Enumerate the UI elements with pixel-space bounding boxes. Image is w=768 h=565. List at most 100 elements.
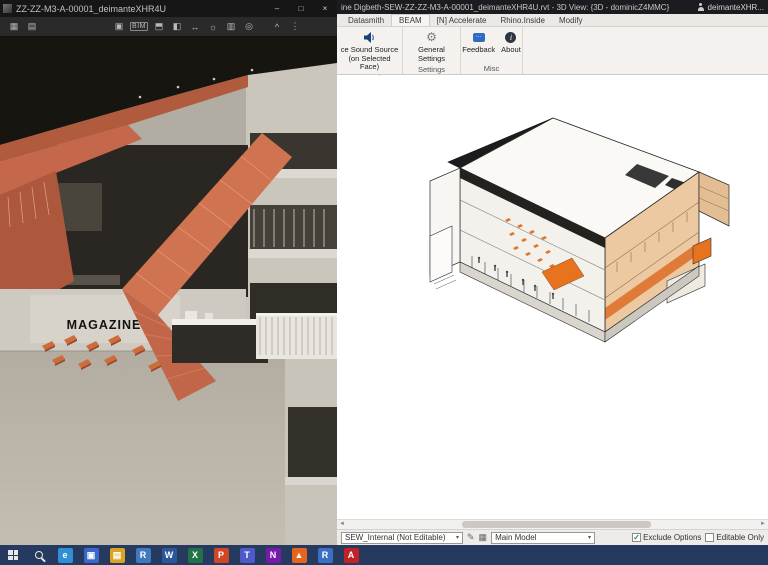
powerpoint-icon: P [213, 547, 229, 563]
interior-render: MAGAZINE [0, 37, 337, 545]
bim-icon[interactable]: BIM [130, 22, 148, 31]
exclude-options-label: Exclude Options [643, 533, 702, 542]
scroll-thumb[interactable] [462, 521, 652, 528]
workset-dropdown[interactable]: SEW_Internal (Not Editable) ▾ [341, 531, 463, 544]
user-icon [697, 3, 705, 11]
ribbon-tabs: Datasmith BEAM [N] Accelerate Rhino.Insi… [337, 14, 768, 27]
west-end [429, 167, 461, 290]
image-icon[interactable]: ▣ [112, 21, 126, 32]
taskbar-app-file-explorer[interactable]: ▤ [104, 545, 130, 565]
gear-icon: ⚙ [426, 29, 437, 44]
worksharing-icon[interactable]: ▦ [479, 532, 488, 543]
taskbar-app-vlc[interactable]: ▲ [286, 545, 312, 565]
tab-accelerate[interactable]: [N] Accelerate [430, 15, 494, 26]
render-window-titlebar[interactable]: ZZ-ZZ-M3-A-00001_deimanteXHR4U – □ × [0, 0, 337, 17]
horizontal-scrollbar[interactable]: ◄ ► [337, 519, 768, 529]
design-option-value: Main Model [495, 533, 537, 542]
exclude-options-checkbox[interactable]: ✓ Exclude Options [632, 533, 701, 542]
taskbar-app-powerpoint[interactable]: P [208, 545, 234, 565]
general-settings-label: General Settings [417, 45, 446, 63]
revit-titlebar[interactable]: ine Digbeth-SEW-ZZ-ZZ-M3-A-00001_deimant… [337, 0, 768, 14]
edge-icon: e [57, 547, 73, 563]
account-name: deimanteXHR... [707, 2, 764, 12]
ribbon-panel-sound: ce Sound Source (on Selected Face) Sound [337, 27, 403, 83]
place-sound-source-label: ce Sound Source (on Selected Face) [340, 45, 399, 72]
acrobat-icon: A [343, 547, 359, 563]
workset-edit-icon[interactable]: ✎ [467, 532, 475, 543]
scroll-track[interactable] [347, 520, 758, 529]
editable-only-checkbox[interactable]: Editable Only [705, 533, 764, 542]
revit-icon: R [317, 547, 333, 563]
taskbar-app-rstudio[interactable]: R [130, 545, 156, 565]
taskbar-app-photos[interactable]: ▣ [78, 545, 104, 565]
revit-title: ine Digbeth-SEW-ZZ-ZZ-M3-A-00001_deimant… [341, 2, 670, 12]
grid-icon[interactable]: ▥ [224, 21, 238, 32]
taskbar-app-acrobat[interactable]: A [338, 545, 364, 565]
windows-taskbar: e ▣ ▤ R W X P T N ▲ R A [0, 545, 768, 565]
model-canvas[interactable] [337, 76, 768, 519]
feedback-button[interactable]: ··· Feedback [460, 29, 497, 56]
workset-value: SEW_Internal (Not Editable) [345, 533, 446, 542]
search-button[interactable] [26, 545, 52, 565]
taskbar-app-word[interactable]: W [156, 545, 182, 565]
layers-icon[interactable]: ▤ [25, 21, 39, 32]
scroll-left-arrow[interactable]: ◄ [337, 520, 347, 529]
status-bar: SEW_Internal (Not Editable) ▾ ✎ ▦ Main M… [337, 529, 768, 545]
excel-icon: X [187, 547, 203, 563]
info-icon: i [505, 30, 517, 45]
taskbar-app-revit[interactable]: R [312, 545, 338, 565]
minimize-button[interactable]: – [265, 0, 289, 17]
close-button[interactable]: × [313, 0, 337, 17]
vlc-icon: ▲ [291, 547, 307, 563]
general-settings-button[interactable]: ⚙ General Settings [403, 29, 460, 64]
clapperboard-icon[interactable]: ▦ [7, 21, 21, 32]
windows-logo-icon [8, 550, 18, 560]
feedback-label: Feedback [462, 45, 496, 54]
taskbar-app-teams[interactable]: T [234, 545, 260, 565]
taskbar-app-onenote[interactable]: N [260, 545, 286, 565]
design-option-dropdown[interactable]: Main Model ▾ [491, 531, 596, 544]
sun-icon[interactable]: ☼ [206, 22, 220, 32]
render-viewport[interactable]: MAGAZINE [0, 37, 337, 545]
about-button[interactable]: i About [499, 29, 523, 56]
magazine-sign: MAGAZINE [67, 318, 142, 332]
ribbon-panel-misc: ··· Feedback i About Misc [461, 27, 523, 74]
desktop: ZZ-ZZ-M3-A-00001_deimanteXHR4U – □ × ▦ ▤… [0, 0, 768, 565]
panel-label-misc: Misc [483, 64, 500, 73]
building-model [429, 117, 730, 343]
speaker-icon [363, 30, 376, 45]
render-window: ZZ-ZZ-M3-A-00001_deimanteXHR4U – □ × ▦ ▤… [0, 0, 337, 545]
panel-label-settings: Settings [417, 65, 446, 75]
editable-only-label: Editable Only [716, 533, 764, 542]
window-title: ZZ-ZZ-M3-A-00001_deimanteXHR4U [16, 3, 167, 14]
white-railing [256, 313, 337, 359]
taskbar-app-excel[interactable]: X [182, 545, 208, 565]
maximize-button[interactable]: □ [289, 0, 313, 17]
about-label: About [501, 45, 521, 54]
section-box-icon[interactable]: ⬒ [152, 21, 166, 32]
onenote-icon: N [265, 547, 281, 563]
chevron-down-icon: ▾ [455, 535, 459, 541]
place-sound-source-button[interactable]: ce Sound Source (on Selected Face) [337, 29, 402, 73]
search-icon [35, 551, 43, 559]
shapes-icon[interactable]: ◧ [170, 21, 184, 32]
measure-icon[interactable]: ↔ [188, 22, 202, 32]
target-icon[interactable]: ◎ [242, 21, 256, 32]
checkbox-unchecked-icon [705, 533, 715, 542]
tab-datasmith[interactable]: Datasmith [341, 15, 391, 26]
more-icon[interactable]: ⋮ [288, 21, 302, 32]
tab-beam[interactable]: BEAM [391, 14, 430, 26]
photos-icon: ▣ [83, 547, 99, 563]
ribbon: ce Sound Source (on Selected Face) Sound… [337, 27, 768, 83]
tab-rhino-inside[interactable]: Rhino.Inside [494, 15, 552, 26]
render-toolbar: ▦ ▤ ▣ BIM ⬒ ◧ ↔ ☼ ▥ ◎ ^ ⋮ [0, 17, 337, 37]
tab-modify[interactable]: Modify [552, 15, 590, 26]
taskbar-app-edge[interactable]: e [52, 545, 78, 565]
start-button[interactable] [0, 545, 26, 565]
scroll-right-arrow[interactable]: ► [758, 520, 768, 529]
feedback-icon: ··· [472, 30, 485, 45]
word-icon: W [161, 547, 177, 563]
collapse-icon[interactable]: ^ [270, 22, 284, 32]
ribbon-panel-settings: ⚙ General Settings Settings [403, 27, 461, 74]
account-area[interactable]: deimanteXHR... [697, 3, 764, 12]
